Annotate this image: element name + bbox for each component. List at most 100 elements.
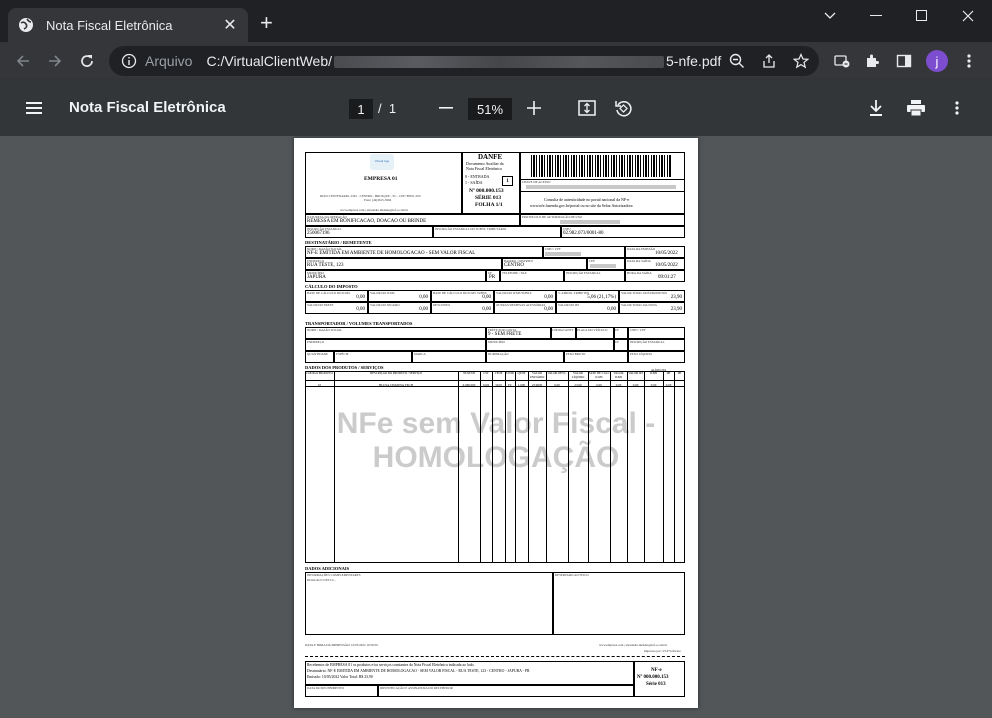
receb-ident-label: IDENTIFICAÇÃO E ASSINATURA DO RECEBEDOR [380, 686, 453, 690]
document-title: Nota Fiscal Eletrônica [69, 99, 226, 116]
download-button[interactable] [866, 98, 886, 118]
chevron-down-icon[interactable] [807, 0, 853, 32]
danfe-title: DANFE [478, 153, 503, 161]
produto-col-divider [627, 371, 628, 563]
produto-cell: 0,00 [632, 383, 639, 387]
page-total: 1 [388, 101, 397, 116]
transp-cnpj-label: CNPJ / CPF [630, 328, 646, 332]
receb-data-label: DATA DO RECEBIMENTO [307, 686, 344, 690]
ie-st-label: INSCRIÇÃO ESTADUAL DO SUBST. TRIBUTÁRIO [435, 227, 507, 231]
dest-emissao-value: 10/05/2022 [655, 251, 678, 256]
minus-icon [439, 107, 453, 109]
produto-col-header: VALOR LÍQUIDO [571, 371, 585, 379]
barcode [531, 155, 671, 177]
produto-cell: 0,00 [596, 383, 602, 387]
browser-toolbar: Arquivo C:/VirtualClientWeb/5-nfe.pdf j [0, 42, 992, 80]
transp-mun-label: MUNICÍPIO [488, 340, 505, 344]
frete-value: 9 - SEM FRETE [488, 332, 522, 337]
protocolo-label: PROTOCOLO DE AUTORIZAÇÃO DE USO [522, 215, 582, 219]
forward-button[interactable] [43, 49, 67, 73]
produto-cell: 0,00 [650, 383, 657, 387]
close-window-button[interactable] [945, 0, 991, 32]
more-options-button[interactable] [947, 98, 967, 118]
print-icon [907, 100, 925, 116]
profile-avatar[interactable]: j [926, 50, 948, 72]
url-prefix: C:/VirtualClientWeb/ [206, 53, 333, 69]
imposto-value: 0,00 [544, 295, 553, 300]
chave-redacted [526, 185, 676, 189]
imposto-value: 23,90 [670, 307, 682, 312]
cnpj-value: 02.982.073/0001-80 [563, 231, 604, 236]
media-router-icon[interactable] [832, 51, 852, 71]
fisco-box [553, 572, 685, 635]
imposto-value: 0,00 [419, 295, 428, 300]
produto-cell: 23,90 [574, 383, 582, 387]
page-number-input[interactable]: 1 [349, 99, 373, 119]
more-vert-icon [955, 101, 959, 115]
transp-mun-field [486, 339, 614, 351]
reload-button[interactable] [75, 49, 99, 73]
fit-page-button[interactable] [577, 98, 597, 118]
extensions-icon[interactable] [862, 51, 882, 71]
transp-nome-label: NOME / RAZÃO SOCIAL [307, 328, 343, 332]
new-tab-button[interactable]: + [260, 12, 273, 34]
produto-col-header: VALOR IPI [628, 371, 643, 375]
info-icon [121, 53, 137, 69]
pdf-toolbar: Nota Fiscal Eletrônica 1 / 1 51% [0, 80, 992, 136]
dest-ie-label: INSCRIÇÃO ESTADUAL [566, 271, 601, 275]
browser-tab[interactable]: Nota Fiscal Eletrônica ✕ [8, 8, 248, 42]
company-logo: Virtual Age [370, 154, 394, 170]
plus-icon [527, 101, 541, 115]
arrow-left-icon [16, 55, 29, 67]
dest-saida-value: 10/05/2022 [655, 263, 678, 268]
produto-col-divider [515, 371, 516, 563]
share-icon[interactable] [761, 53, 777, 69]
zoom-in-button[interactable] [524, 98, 544, 118]
ie-value: 250067196 [307, 231, 330, 236]
dest-mun-field [305, 270, 486, 282]
produto-col-divider [663, 371, 664, 563]
info-complementar-value: DOACAO CUETC2... [307, 578, 336, 582]
imposto-value: 0,00 [356, 307, 365, 312]
produto-cell: PC [508, 383, 512, 387]
dest-end-value: RUA TESTE, 123 [307, 263, 344, 268]
produto-cell: 1,000 [517, 383, 526, 387]
imposto-value: 0,00 [482, 295, 491, 300]
produto-header-divider [305, 380, 685, 381]
star-icon[interactable] [793, 53, 809, 69]
zoom-out-button[interactable] [436, 98, 456, 118]
dest-cep-redacted [590, 264, 616, 268]
side-panel-icon[interactable] [894, 51, 914, 71]
zoom-input[interactable]: 51% [468, 98, 512, 120]
produto-col-header: VALOR UNITÁRIO [529, 371, 545, 379]
print-button[interactable] [906, 98, 926, 118]
pdf-viewer[interactable]: Virtual Age EMPRESA 01 RUIO CENTENARIO, … [0, 136, 992, 718]
address-bar[interactable]: Arquivo C:/VirtualClientWeb/5-nfe.pdf [109, 46, 819, 76]
maximize-button[interactable] [899, 0, 945, 32]
danfe-subtitle-2: Nota Fiscal Eletrônica [466, 166, 502, 171]
dest-hora-label: HORA DA SAÍDA [627, 271, 652, 275]
produto-cell: 0,00 [665, 383, 672, 387]
rotate-button[interactable] [613, 98, 633, 118]
produto-col-divider [588, 371, 589, 563]
watermark-line-1: NFe sem Valor Fiscal - [336, 407, 656, 440]
scheme-label: Arquivo [145, 53, 193, 69]
receb-serie: Série 013 [646, 682, 666, 687]
menu-icon[interactable] [24, 98, 44, 118]
tab-close-icon[interactable]: ✕ [222, 15, 238, 35]
zoom-out-icon[interactable] [729, 53, 745, 69]
globe-icon [19, 18, 33, 32]
volume-label: QUANTIDADE [307, 352, 329, 356]
rodape-site: www.empresa.com | alexandre.mendes@tef-o… [599, 643, 668, 647]
more-vert-icon[interactable] [959, 51, 979, 71]
pdf-page: Virtual Age EMPRESA 01 RUIO CENTENARIO, … [294, 138, 698, 708]
produto-cell: 0,00 [615, 383, 622, 387]
back-button[interactable] [11, 49, 35, 73]
receb-nfe: NF-e [651, 668, 662, 673]
dest-emissao-label: DATA DA EMISSÃO [627, 247, 656, 251]
minimize-button[interactable] [853, 0, 899, 32]
produto-col-divider [610, 371, 611, 563]
volume-label: NUMERAÇÃO [488, 352, 509, 356]
download-icon [870, 100, 882, 116]
transp-end-field [305, 339, 486, 351]
